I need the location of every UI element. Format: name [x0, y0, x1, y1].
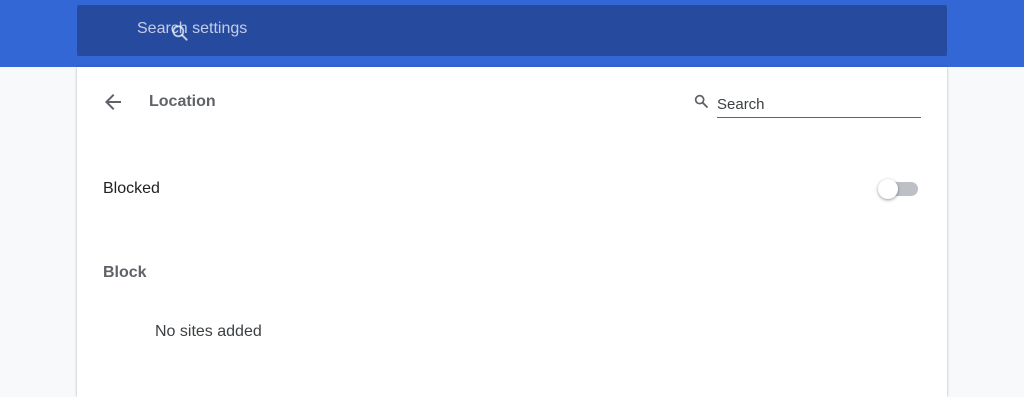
block-section-heading: Block: [103, 264, 147, 281]
arrow-back-icon: [101, 94, 125, 118]
search-settings-input[interactable]: Search settings: [137, 20, 247, 38]
search-icon: [693, 93, 709, 109]
no-sites-message: No sites added: [155, 323, 262, 340]
page-title: Location: [149, 93, 216, 110]
toggle-knob: [878, 179, 898, 199]
site-search-input[interactable]: [717, 91, 921, 118]
back-button[interactable]: [101, 90, 125, 114]
blocked-toggle[interactable]: [878, 179, 918, 199]
blocked-label: Blocked: [103, 180, 160, 197]
